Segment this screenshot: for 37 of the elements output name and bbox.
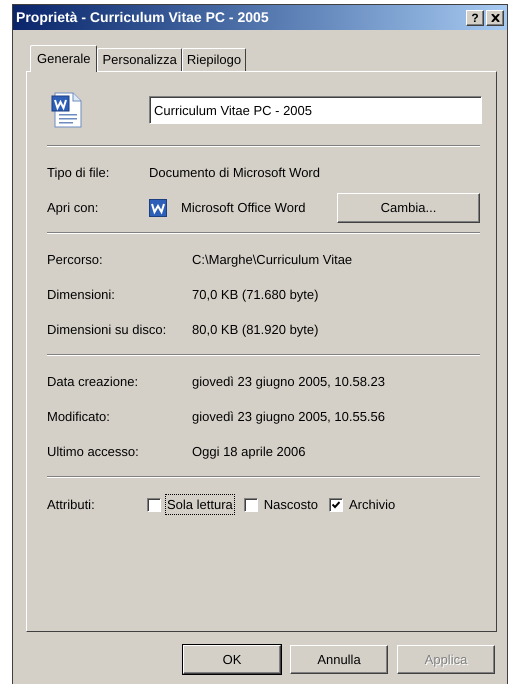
file-name-field[interactable]: Curriculum Vitae PC - 2005	[149, 96, 482, 124]
field-value: Documento di Microsoft Word	[149, 164, 320, 182]
field-value: 70,0 KB (71.680 byte)	[192, 286, 318, 304]
field-value: Oggi 18 aprile 2006	[192, 442, 306, 461]
field-value: giovedì 23 giugno 2005, 10.58.23	[192, 372, 386, 391]
field-value: C:\Marghe\Curriculum Vitae	[192, 250, 352, 269]
window-title: Proprietà - Curriculum Vitae PC - 2005	[16, 8, 270, 27]
checkbox[interactable]	[244, 498, 258, 512]
field-label: Dimensioni su disco:	[47, 320, 168, 339]
checkmark-icon	[332, 500, 340, 508]
checkbox[interactable]	[328, 498, 343, 512]
word-document-icon	[51, 92, 83, 128]
field-value: Microsoft Office Word	[181, 198, 306, 217]
field-label: Apri con:	[47, 198, 100, 217]
field-value: 80,0 KB (81.920 byte)	[192, 320, 318, 339]
checkbox-option[interactable]: Sola lettura	[147, 494, 234, 514]
checkbox-option[interactable]: Archivio	[328, 494, 396, 514]
field-label: Dimensioni:	[47, 286, 116, 304]
tab[interactable]: Personalizza	[97, 48, 182, 71]
tab[interactable]: Generale	[30, 45, 98, 72]
dialog-button[interactable]: Annulla	[290, 645, 388, 674]
close-button[interactable]	[486, 10, 504, 26]
field-label: Modificato:	[47, 408, 111, 426]
field-label: Attributi:	[47, 496, 96, 514]
checkbox[interactable]	[147, 498, 161, 512]
word-app-icon	[149, 198, 167, 216]
field-label: Data creazione:	[47, 372, 140, 391]
close-icon	[490, 14, 500, 22]
help-button[interactable]: ?	[466, 10, 484, 26]
field-label: Percorso:	[47, 250, 104, 269]
checkbox-option[interactable]: Nascosto	[244, 494, 319, 514]
field-value: giovedì 23 giugno 2005, 10.55.56	[192, 408, 386, 426]
change-button[interactable]: Cambia...	[337, 192, 480, 222]
tab[interactable]: Riepilogo	[182, 48, 246, 71]
field-label: Ultimo accesso:	[47, 442, 140, 461]
field-label: Tipo di file:	[47, 164, 110, 182]
dialog-button[interactable]: OK	[183, 645, 281, 674]
